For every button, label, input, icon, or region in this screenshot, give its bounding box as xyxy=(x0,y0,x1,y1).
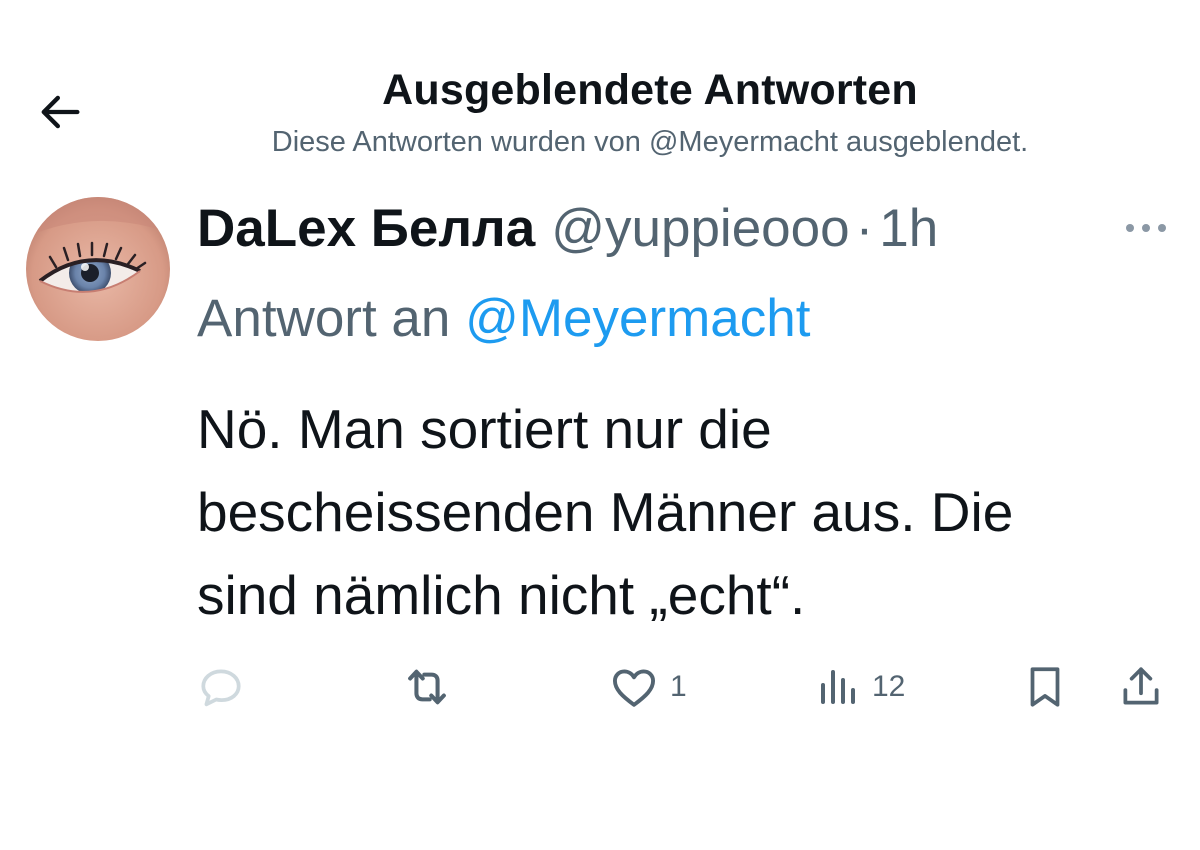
views-button[interactable]: 12 xyxy=(814,655,905,719)
avatar-image xyxy=(26,197,170,341)
like-count: 1 xyxy=(670,670,687,703)
arrow-left-icon xyxy=(41,95,80,129)
display-name[interactable]: DaLex Белла xyxy=(197,198,535,259)
share-icon xyxy=(1123,667,1159,705)
heart-icon xyxy=(612,669,656,707)
page-title: Ausgeblendete Antworten xyxy=(382,66,918,114)
avatar[interactable] xyxy=(26,197,170,341)
reply-prefix: Antwort an xyxy=(197,289,451,348)
more-horizontal-icon xyxy=(1126,224,1166,232)
retweet-button[interactable] xyxy=(400,655,454,719)
tweet-text-line: bescheissenden Männer aus. Die xyxy=(197,481,1014,543)
views-count: 12 xyxy=(872,670,906,703)
page-subtitle: Diese Antworten wurden von @Meyermacht a… xyxy=(271,126,1029,158)
tweet-text: Nö. Man sortiert nur die bescheissenden … xyxy=(197,388,1187,637)
more-button[interactable] xyxy=(1118,210,1174,246)
user-handle[interactable]: @yuppieooo xyxy=(551,198,849,259)
retweet-icon xyxy=(408,669,446,705)
tweet-text-line: sind nämlich nicht „echt“. xyxy=(197,564,806,626)
views-icon xyxy=(821,670,855,704)
tweet-action-bar: 1 12 xyxy=(0,655,1200,719)
like-button[interactable]: 1 xyxy=(608,655,687,719)
reply-to-link[interactable]: @Meyermacht xyxy=(465,289,810,348)
tweet-header: DaLex Белла @yuppieooo · 1h xyxy=(197,196,938,260)
timestamp[interactable]: 1h xyxy=(879,198,938,259)
back-button[interactable] xyxy=(28,80,92,144)
separator-dot: · xyxy=(855,198,874,258)
bookmark-button[interactable] xyxy=(1020,655,1070,719)
tweet-text-line: Nö. Man sortiert nur die xyxy=(197,398,772,460)
share-button[interactable] xyxy=(1116,655,1166,719)
bookmark-icon xyxy=(1030,667,1060,707)
reply-button[interactable] xyxy=(196,655,246,719)
reply-context: Antwort an @Meyermacht xyxy=(197,288,810,349)
reply-icon xyxy=(201,669,241,707)
